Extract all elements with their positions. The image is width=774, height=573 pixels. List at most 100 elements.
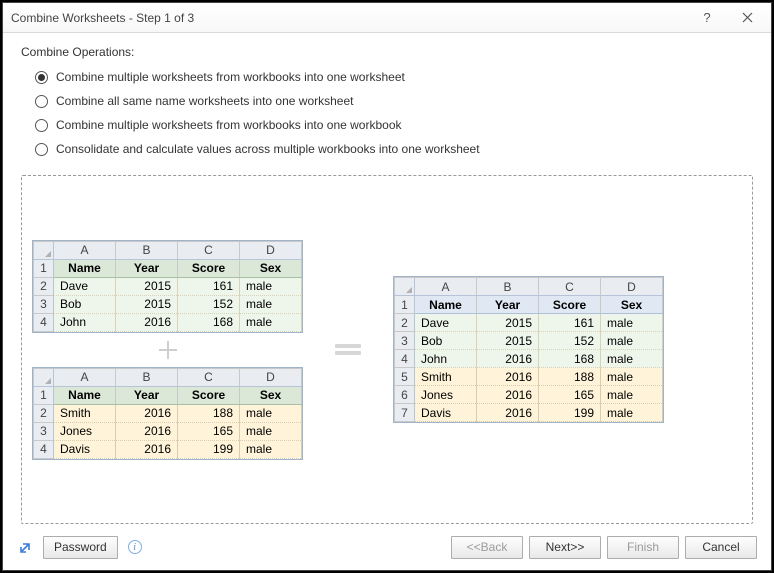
- table-cell: Bob: [415, 332, 477, 350]
- radio-label: Combine multiple worksheets from workboo…: [56, 70, 405, 84]
- radio-option-2[interactable]: Combine multiple worksheets from workboo…: [35, 113, 753, 137]
- table-header-cell: Score: [178, 386, 240, 404]
- sheet-2: ABCD1NameYearScoreSex2Smith2016188male3J…: [32, 367, 303, 460]
- sheet-1: ABCD1NameYearScoreSex2Dave2015161male3Bo…: [32, 240, 303, 333]
- radio-label: Combine all same name worksheets into on…: [56, 94, 353, 108]
- table-header-cell: Sex: [240, 386, 302, 404]
- table-cell: 168: [178, 313, 240, 331]
- table-header-cell: Sex: [601, 296, 663, 314]
- radio-indicator: [35, 143, 48, 156]
- table-cell: 2016: [477, 404, 539, 422]
- next-button[interactable]: Next>>: [529, 536, 601, 559]
- table-cell: 2016: [477, 368, 539, 386]
- table-header-cell: Name: [54, 259, 116, 277]
- table-cell: 199: [539, 404, 601, 422]
- table-cell: male: [601, 332, 663, 350]
- password-button[interactable]: Password: [43, 536, 118, 559]
- table-cell: 2016: [116, 313, 178, 331]
- table-cell: 152: [178, 295, 240, 313]
- table-cell: 161: [539, 314, 601, 332]
- share-icon[interactable]: [17, 538, 35, 556]
- preview-left-column: ABCD1NameYearScoreSex2Dave2015161male3Bo…: [32, 240, 303, 460]
- table-header-cell: Year: [477, 296, 539, 314]
- table-cell: Bob: [54, 295, 116, 313]
- table-cell: Davis: [415, 404, 477, 422]
- radio-indicator: [35, 95, 48, 108]
- table-cell: 188: [178, 404, 240, 422]
- table-header-cell: Year: [116, 259, 178, 277]
- table-cell: male: [240, 313, 302, 331]
- table-cell: 168: [539, 350, 601, 368]
- table-header-cell: Year: [116, 386, 178, 404]
- table-cell: 165: [539, 386, 601, 404]
- cancel-button[interactable]: Cancel: [685, 536, 757, 559]
- table-cell: male: [240, 404, 302, 422]
- help-button[interactable]: ?: [687, 4, 727, 32]
- table-cell: 188: [539, 368, 601, 386]
- table-cell: male: [240, 277, 302, 295]
- table-cell: male: [601, 314, 663, 332]
- table-cell: Jones: [415, 386, 477, 404]
- radio-label: Consolidate and calculate values across …: [56, 142, 480, 156]
- table-header-cell: Sex: [240, 259, 302, 277]
- table-header-cell: Score: [178, 259, 240, 277]
- table-cell: male: [601, 368, 663, 386]
- table-cell: Dave: [415, 314, 477, 332]
- column-header: B: [116, 368, 178, 386]
- table-cell: Smith: [415, 368, 477, 386]
- back-button[interactable]: <<Back: [451, 536, 523, 559]
- dialog-body: Combine Operations: Combine multiple wor…: [3, 33, 771, 524]
- table-header-cell: Name: [415, 296, 477, 314]
- finish-button[interactable]: Finish: [607, 536, 679, 559]
- table-cell: Smith: [54, 404, 116, 422]
- table-header-cell: Score: [539, 296, 601, 314]
- table-cell: 165: [178, 422, 240, 440]
- column-header: D: [601, 278, 663, 296]
- column-header: C: [178, 368, 240, 386]
- titlebar: Combine Worksheets - Step 1 of 3 ?: [3, 3, 771, 33]
- column-header: D: [240, 368, 302, 386]
- radio-indicator: [35, 71, 48, 84]
- table-cell: 152: [539, 332, 601, 350]
- table-cell: John: [415, 350, 477, 368]
- table-cell: 2015: [116, 277, 178, 295]
- footer: Password i <<Back Next>> Finish Cancel: [3, 524, 771, 570]
- column-header: D: [240, 241, 302, 259]
- radio-option-0[interactable]: Combine multiple worksheets from workboo…: [35, 65, 753, 89]
- table-cell: male: [601, 404, 663, 422]
- table-cell: male: [240, 422, 302, 440]
- close-button[interactable]: [727, 4, 767, 32]
- table-cell: male: [601, 350, 663, 368]
- info-icon[interactable]: i: [128, 540, 142, 554]
- table-cell: Dave: [54, 277, 116, 295]
- sheet-3: ABCD1NameYearScoreSex2Dave2015161male3Bo…: [393, 276, 664, 423]
- column-header: C: [178, 241, 240, 259]
- table-cell: Jones: [54, 422, 116, 440]
- equals-icon: [303, 341, 393, 358]
- table-cell: 2015: [477, 314, 539, 332]
- radio-label: Combine multiple worksheets from workboo…: [56, 118, 402, 132]
- group-label: Combine Operations:: [21, 45, 753, 59]
- radio-option-1[interactable]: Combine all same name worksheets into on…: [35, 89, 753, 113]
- table-cell: John: [54, 313, 116, 331]
- column-header: B: [116, 241, 178, 259]
- table-header-cell: Name: [54, 386, 116, 404]
- table-cell: 2015: [116, 295, 178, 313]
- close-icon: [742, 12, 753, 23]
- column-header: C: [539, 278, 601, 296]
- dialog: Combine Worksheets - Step 1 of 3 ? Combi…: [2, 2, 772, 571]
- table-cell: 2016: [477, 350, 539, 368]
- dialog-title: Combine Worksheets - Step 1 of 3: [11, 11, 687, 25]
- table-cell: 161: [178, 277, 240, 295]
- table-cell: male: [240, 440, 302, 458]
- table-cell: 2016: [116, 404, 178, 422]
- column-header: A: [415, 278, 477, 296]
- radio-option-3[interactable]: Consolidate and calculate values across …: [35, 137, 753, 161]
- column-header: A: [54, 368, 116, 386]
- table-cell: 2016: [116, 440, 178, 458]
- table-cell: male: [240, 295, 302, 313]
- table-cell: 199: [178, 440, 240, 458]
- table-cell: male: [601, 386, 663, 404]
- plus-icon: [148, 333, 188, 367]
- column-header: A: [54, 241, 116, 259]
